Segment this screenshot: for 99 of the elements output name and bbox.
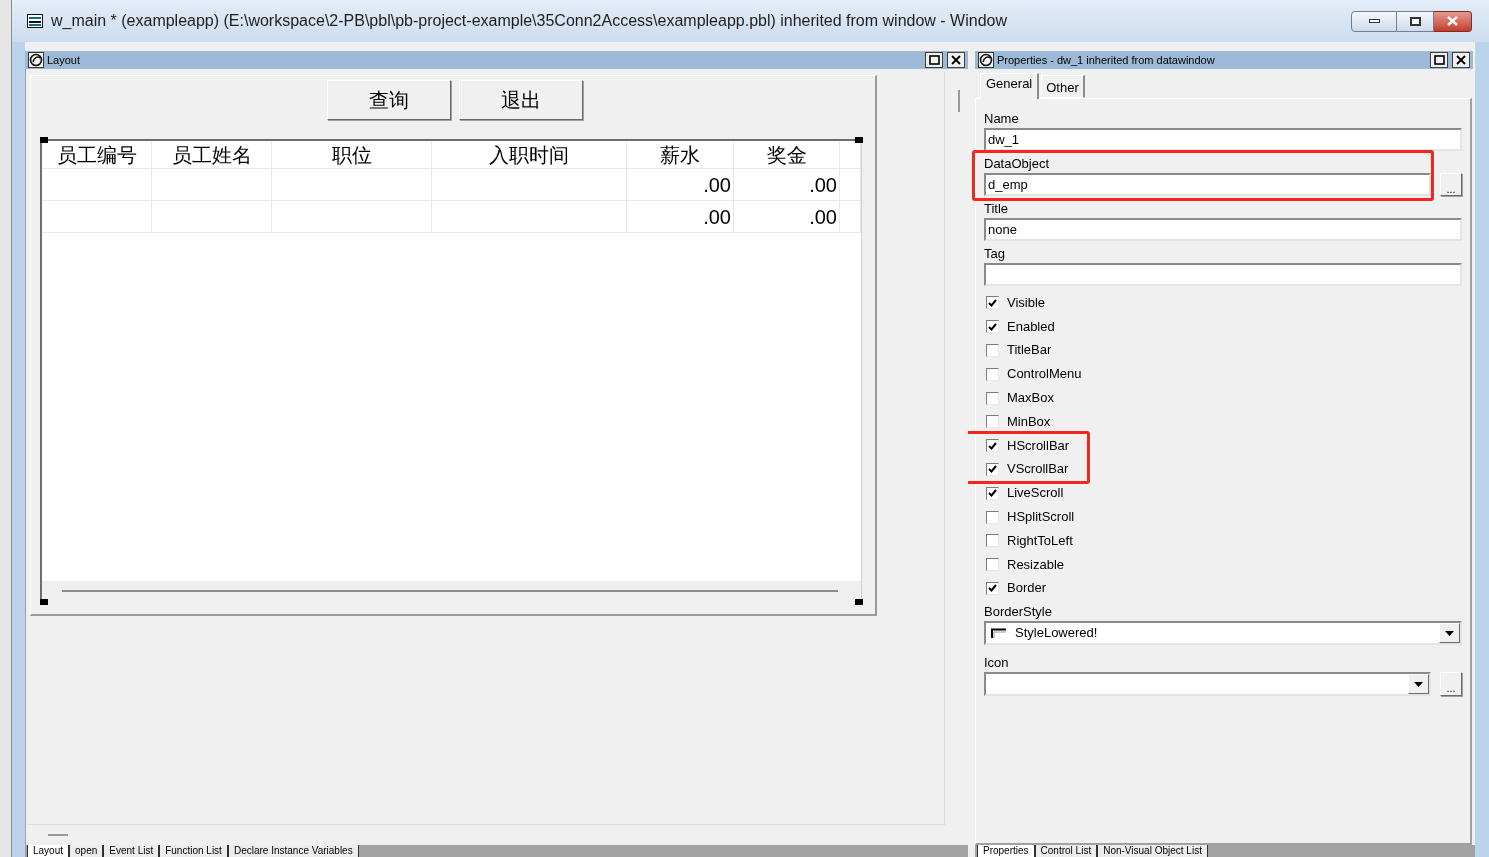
tab[interactable]: Other xyxy=(1041,75,1085,98)
panel-title: Layout xyxy=(47,53,81,67)
field-label: Title xyxy=(984,200,1009,218)
close-icon xyxy=(1447,16,1458,26)
check-icon xyxy=(988,441,997,450)
text-field[interactable]: d_emp xyxy=(984,173,1431,196)
checkbox-label[interactable]: Resizable xyxy=(1007,556,1065,573)
checkbox[interactable] xyxy=(986,367,999,381)
checkbox[interactable] xyxy=(986,510,999,524)
field-label: Tag xyxy=(984,245,1005,263)
close-icon xyxy=(1456,55,1466,65)
close-button[interactable] xyxy=(1434,10,1472,32)
checkbox[interactable] xyxy=(986,462,999,476)
checkbox-label[interactable]: HSplitScroll xyxy=(1007,509,1075,526)
sheet-tab[interactable]: Layout xyxy=(27,845,70,857)
column-header: 入职时间 xyxy=(489,142,569,167)
checkbox-label[interactable]: VScrollBar xyxy=(1007,461,1069,478)
dropdown-field[interactable] xyxy=(984,672,1431,697)
resize-handle[interactable] xyxy=(40,137,48,143)
field-label: Icon xyxy=(984,654,1009,673)
checkbox[interactable] xyxy=(986,391,999,405)
checkbox-label[interactable]: MaxBox xyxy=(1007,390,1054,407)
checkbox[interactable] xyxy=(986,486,999,500)
sheet-tab[interactable]: Properties xyxy=(977,845,1035,857)
text-field[interactable]: dw_1 xyxy=(984,128,1462,151)
maximize-button[interactable] xyxy=(1430,52,1448,68)
panel-title: Properties - dw_1 inherited from datawindow xyxy=(997,53,1215,67)
caret-icon xyxy=(1414,681,1423,687)
checkbox-label[interactable]: Visible xyxy=(1007,294,1046,311)
resize-handle[interactable] xyxy=(855,599,863,605)
command-button[interactable]: 退出 xyxy=(459,80,583,120)
datawindow-control[interactable]: 员工编号 员工姓名 职位 入职时间 薪水 奖金 .00 .00 .00 .00 xyxy=(40,139,862,602)
corner-icon xyxy=(991,628,1007,639)
close-button[interactable] xyxy=(1452,52,1470,68)
table-cell: .00 xyxy=(809,204,837,229)
field-label: DataObject xyxy=(984,155,1050,173)
column-header: 员工姓名 xyxy=(171,142,252,167)
scroll-thumb[interactable] xyxy=(48,834,68,836)
field-label: BorderStyle xyxy=(984,603,1052,622)
resize-handle[interactable] xyxy=(40,599,48,605)
checkbox[interactable] xyxy=(986,320,999,334)
check-icon xyxy=(988,298,997,307)
maximize-button[interactable] xyxy=(1397,10,1434,32)
column-header: 薪水 xyxy=(660,142,700,167)
browse-button[interactable]: ... xyxy=(1440,672,1462,697)
column-header: 奖金 xyxy=(766,142,807,167)
dropdown-button[interactable] xyxy=(1408,674,1429,695)
field-label: Name xyxy=(984,110,1019,128)
sheet-tab[interactable]: Declare Instance Variables xyxy=(227,845,359,857)
minimize-button[interactable] xyxy=(1351,10,1397,32)
check-icon xyxy=(988,322,997,331)
maximize-icon xyxy=(1409,16,1421,26)
checkbox[interactable] xyxy=(986,296,999,310)
command-button[interactable]: 查询 xyxy=(327,80,451,120)
close-button[interactable] xyxy=(947,52,965,68)
checkbox-label[interactable]: HScrollBar xyxy=(1007,437,1070,454)
checkbox-label[interactable]: TitleBar xyxy=(1007,342,1052,359)
checkbox-label[interactable]: Enabled xyxy=(1007,318,1055,335)
checkbox[interactable] xyxy=(986,344,999,357)
maximize-button[interactable] xyxy=(925,52,943,68)
sheet-tab[interactable]: Non-Visual Object List xyxy=(1097,845,1208,857)
table-cell: .00 xyxy=(809,172,837,197)
dropdown-field[interactable]: StyleLowered! xyxy=(984,621,1462,646)
close-icon xyxy=(951,55,961,65)
check-icon xyxy=(988,584,997,593)
text-field[interactable] xyxy=(984,263,1462,286)
sheet-tab[interactable]: Function List xyxy=(159,845,228,857)
column-header: 员工编号 xyxy=(56,142,137,167)
checkbox-label[interactable]: LiveScroll xyxy=(1007,485,1064,502)
table-cell: .00 xyxy=(703,172,731,197)
checkbox[interactable] xyxy=(986,415,999,429)
check-icon xyxy=(988,465,997,474)
checkbox[interactable] xyxy=(986,534,999,548)
table-cell: .00 xyxy=(703,204,731,229)
tab[interactable]: General xyxy=(980,73,1040,99)
checkbox[interactable] xyxy=(986,439,999,453)
maximize-icon xyxy=(1433,55,1445,65)
column-header: 职位 xyxy=(331,142,372,167)
sheet-tab[interactable]: open xyxy=(69,845,104,857)
swirl-icon xyxy=(978,52,994,68)
minimize-icon xyxy=(1368,19,1380,23)
sheet-tab[interactable]: Event List xyxy=(103,845,160,857)
checkbox-label[interactable]: RightToLeft xyxy=(1007,532,1073,549)
scroll-thumb[interactable] xyxy=(958,90,960,112)
caret-icon xyxy=(1445,630,1454,636)
checkbox-label[interactable]: MinBox xyxy=(1007,413,1051,430)
checkbox[interactable] xyxy=(986,558,999,572)
checkbox[interactable] xyxy=(986,581,999,595)
checkbox-label[interactable]: Border xyxy=(1007,580,1047,597)
checkbox-label[interactable]: ControlMenu xyxy=(1007,366,1082,383)
window-title: w_main * (exampleapp) (E:\workspace\2-PB\pbl\pb-project-example\35Conn2Access\exampleapp.pbl) inherited from window - Window xyxy=(51,11,1007,31)
maximize-icon xyxy=(928,55,940,65)
resize-handle[interactable] xyxy=(855,137,863,143)
sheet-tab[interactable]: Control List xyxy=(1034,845,1098,857)
check-icon xyxy=(988,489,997,498)
dropdown-button[interactable] xyxy=(1439,623,1460,644)
browse-button[interactable]: ... xyxy=(1440,173,1462,196)
text-field[interactable]: none xyxy=(984,218,1462,241)
window-icon xyxy=(27,13,43,29)
